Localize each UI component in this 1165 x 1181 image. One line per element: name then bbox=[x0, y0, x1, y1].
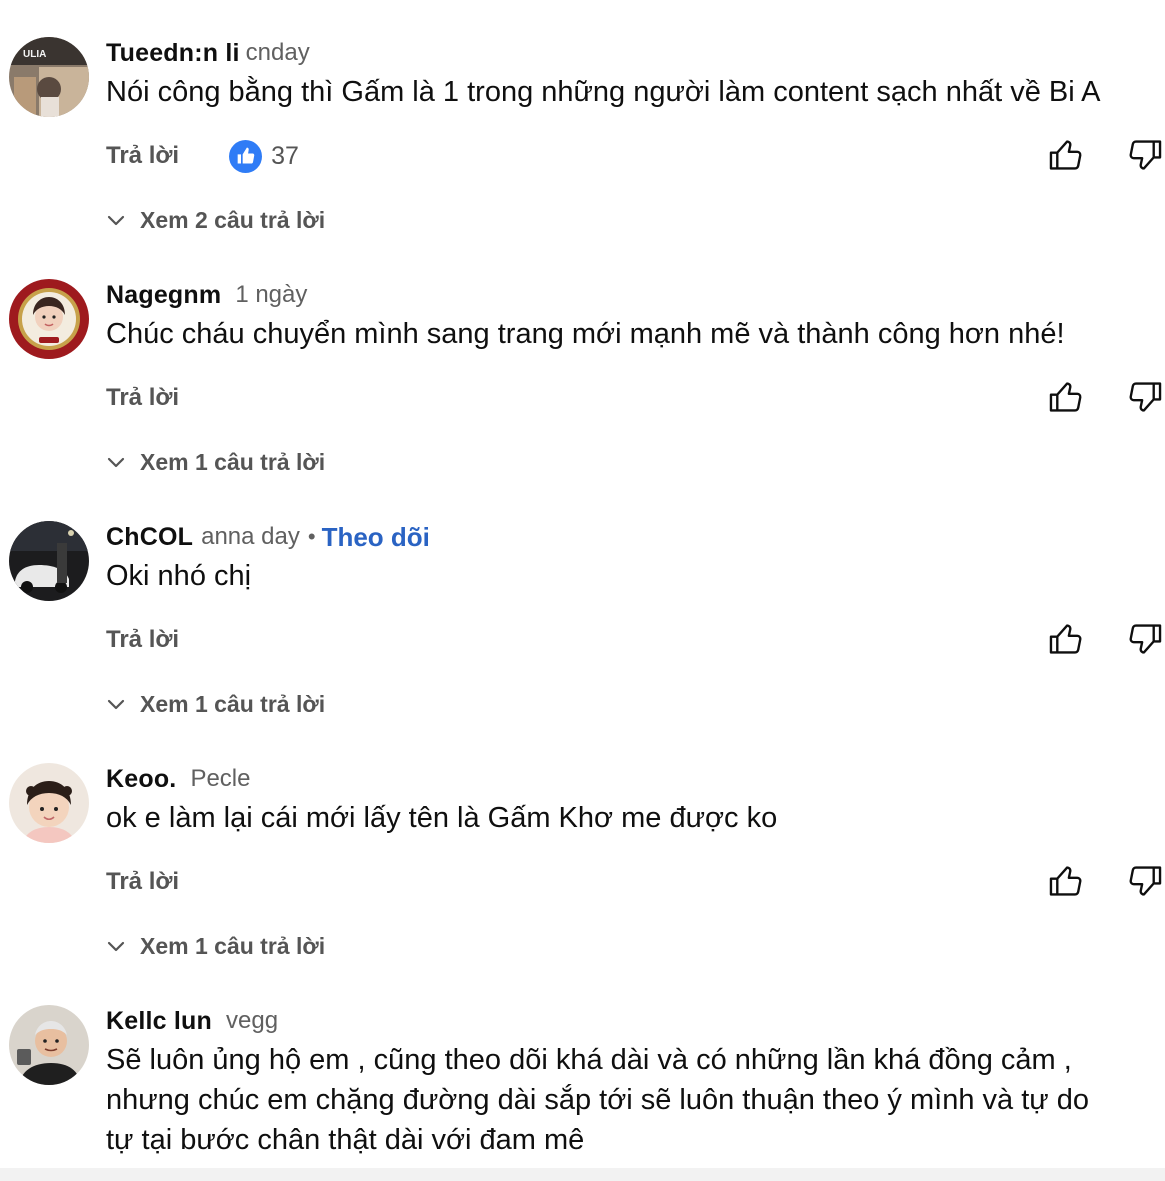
author-name[interactable]: Tueedn:n li bbox=[106, 39, 240, 68]
view-replies-button[interactable]: Xem 1 câu trả lời bbox=[106, 447, 325, 477]
comment-text: ok e làm lại cái mới lấy tên là Gấm Khơ … bbox=[106, 802, 778, 834]
avatar-sign-text: ULIA bbox=[23, 49, 46, 60]
thumbs-down-icon bbox=[1129, 382, 1162, 412]
separator-dot: • bbox=[307, 524, 316, 549]
avatar[interactable]: ULIA bbox=[9, 37, 89, 117]
thumbs-down-button[interactable] bbox=[1126, 136, 1164, 174]
view-replies-label: Xem 2 câu trả lời bbox=[140, 206, 326, 233]
comment-text: Sẽ luôn ủng hộ em , cũng theo dõi khá dà… bbox=[106, 1040, 1156, 1160]
comment-actions: Trả lời bbox=[106, 620, 179, 660]
thumbs-up-button[interactable] bbox=[1047, 862, 1085, 900]
thumbs-down-button[interactable] bbox=[1126, 378, 1164, 416]
view-replies-label: Xem 1 câu trả lời bbox=[140, 932, 326, 959]
thumbs-down-button[interactable] bbox=[1126, 862, 1164, 900]
thumbs-up-icon bbox=[1049, 382, 1082, 412]
avatar[interactable] bbox=[9, 1005, 89, 1085]
comment-time: vegg bbox=[226, 1007, 279, 1034]
view-replies-label: Xem 1 câu trả lời bbox=[140, 448, 326, 475]
comment-text-line: Sẽ luôn ủng hộ em , cũng theo dõi khá dà… bbox=[106, 1044, 1072, 1076]
thumbs-up-icon bbox=[1049, 624, 1082, 654]
thumbs-down-icon bbox=[1129, 624, 1162, 654]
thumbs-up-button[interactable] bbox=[1047, 378, 1085, 416]
avatar-image: ULIA bbox=[9, 37, 89, 117]
reply-button[interactable]: Trả lời bbox=[106, 384, 179, 412]
comment-time: Pecle bbox=[190, 765, 251, 792]
thumbs-up-button[interactable] bbox=[1047, 136, 1085, 174]
bottom-divider bbox=[0, 1168, 1165, 1181]
view-replies-label: Xem 1 câu trả lời bbox=[140, 690, 326, 717]
thumbs-up-icon bbox=[1049, 140, 1082, 170]
avatar-image bbox=[9, 279, 89, 359]
comment-meta: Kellc lun vegg bbox=[106, 1006, 278, 1036]
comment-text: Nói công bằng thì Gấm là 1 trong những n… bbox=[106, 76, 1101, 108]
comment-actions: Trả lời 37 bbox=[106, 136, 299, 176]
comment-time: 1 ngày bbox=[235, 281, 308, 308]
avatar[interactable] bbox=[9, 279, 89, 359]
chevron-down-icon bbox=[107, 457, 125, 468]
comment-text: Oki nhó chị bbox=[106, 560, 252, 592]
view-replies-button[interactable]: Xem 1 câu trả lời bbox=[106, 931, 325, 961]
reply-button[interactable]: Trả lời bbox=[106, 142, 179, 170]
comment-meta: ChCOL anna day • Theo dõi bbox=[106, 522, 430, 552]
comment-meta: Keoo. Pecle bbox=[106, 764, 251, 794]
thumbs-up-icon bbox=[1049, 866, 1082, 896]
chevron-down-icon bbox=[107, 941, 125, 952]
view-replies-button[interactable]: Xem 1 câu trả lời bbox=[106, 689, 325, 719]
thumbs-down-icon bbox=[1129, 140, 1162, 170]
comment-actions: Trả lời bbox=[106, 378, 179, 418]
avatar-image bbox=[9, 521, 89, 601]
like-count: 37 bbox=[271, 141, 299, 170]
reply-button[interactable]: Trả lời bbox=[106, 868, 179, 896]
like-reaction: 37 bbox=[229, 139, 299, 173]
author-name[interactable]: ChCOL bbox=[106, 523, 193, 552]
follow-button[interactable]: Theo dõi bbox=[322, 522, 430, 553]
comment-text: Chúc cháu chuyển mình sang trang mới mạn… bbox=[106, 318, 1065, 350]
chevron-down-icon bbox=[107, 215, 125, 226]
avatar[interactable] bbox=[9, 521, 89, 601]
comment-meta: Nagegnm 1 ngày bbox=[106, 280, 307, 310]
avatar-image bbox=[9, 763, 89, 843]
comment-time: anna day bbox=[201, 523, 300, 550]
author-name[interactable]: Keoo. bbox=[106, 765, 176, 794]
thumbs-down-button[interactable] bbox=[1126, 620, 1164, 658]
view-replies-button[interactable]: Xem 2 câu trả lời bbox=[106, 205, 325, 235]
comment-text-line: nhưng chúc em chặng đường dài sắp tới sẽ… bbox=[106, 1084, 1089, 1116]
avatar[interactable] bbox=[9, 763, 89, 843]
comment-time: cnday bbox=[245, 39, 310, 66]
comment-meta: Tueedn:n li cnday bbox=[106, 38, 310, 68]
like-reaction-icon bbox=[229, 139, 263, 173]
comment-actions: Trả lời bbox=[106, 862, 179, 902]
reply-button[interactable]: Trả lời bbox=[106, 626, 179, 654]
avatar-image bbox=[9, 1005, 89, 1085]
author-name[interactable]: Kellc lun bbox=[106, 1007, 212, 1036]
thumbs-up-button[interactable] bbox=[1047, 620, 1085, 658]
thumbs-down-icon bbox=[1129, 866, 1162, 896]
author-name[interactable]: Nagegnm bbox=[106, 281, 221, 310]
comment-text-line: tự tại bước chân thật dài với đam mê bbox=[106, 1124, 585, 1156]
chevron-down-icon bbox=[107, 699, 125, 710]
